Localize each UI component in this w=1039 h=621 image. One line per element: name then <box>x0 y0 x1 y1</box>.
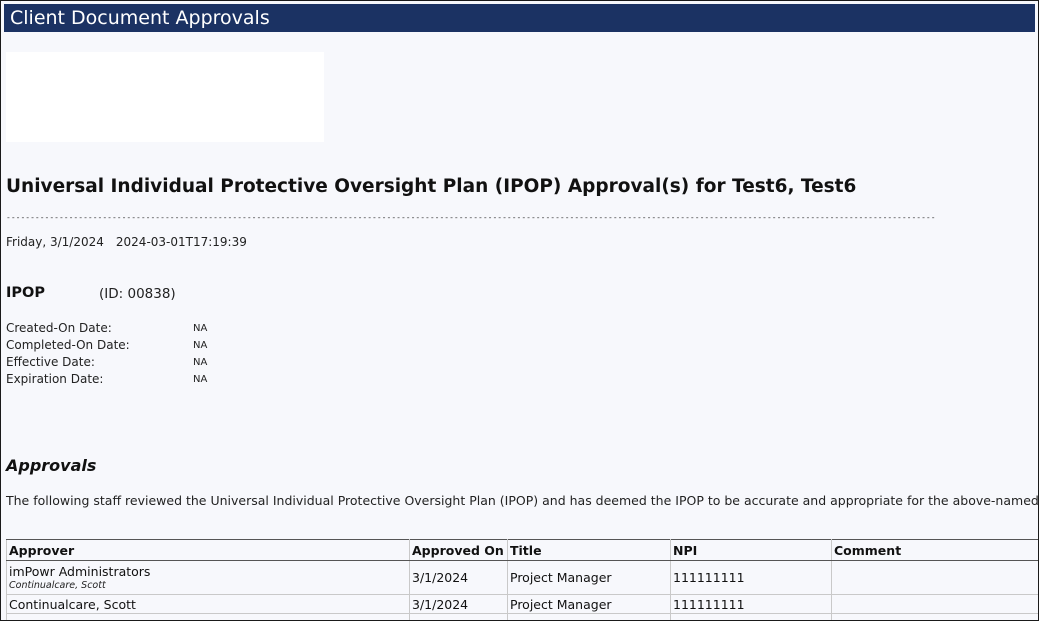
window-title: Client Document Approvals <box>4 4 1035 32</box>
document-window: Client Document Approvals Universal Indi… <box>0 0 1039 621</box>
approved-on-cell: 3/1/2024 <box>409 594 508 614</box>
approver-cell: imPowr Administrators Continualcare, Sco… <box>6 560 410 595</box>
column-header-comment: Comment <box>831 539 1038 561</box>
detail-value-created: NA <box>193 323 208 334</box>
approver-name: imPowr Administrators <box>9 564 151 579</box>
column-header-title: Title <box>507 539 671 561</box>
detail-value-completed: NA <box>193 340 208 351</box>
plan-type: IPOP <box>6 285 45 301</box>
document-heading: Universal Individual Protective Oversigh… <box>6 176 857 197</box>
npi-cell: 111111111 <box>670 594 832 614</box>
approver-subname: Continualcare, Scott <box>9 580 106 591</box>
separator-line: ----------------------------------------… <box>6 213 937 222</box>
print-timestamp: 2024-03-01T17:19:39 <box>115 235 247 249</box>
column-header-approved-on: Approved On <box>409 539 508 561</box>
approvals-table: Approver Approved On Title NPI Comment i… <box>6 539 1038 620</box>
detail-label-completed: Completed-On Date: <box>6 338 130 352</box>
table-row-cut-off <box>6 613 1038 620</box>
column-header-npi: NPI <box>670 539 832 561</box>
table-row: Continualcare, Scott 3/1/2024 Project Ma… <box>6 594 1038 614</box>
approvals-heading: Approvals <box>6 456 97 475</box>
detail-value-effective: NA <box>193 357 208 368</box>
approver-cell: Continualcare, Scott <box>6 594 410 614</box>
title-cell: Project Manager <box>507 594 671 614</box>
detail-value-expiration: NA <box>193 374 208 385</box>
logo-placeholder <box>6 52 324 142</box>
detail-label-expiration: Expiration Date: <box>6 372 104 386</box>
detail-label-created: Created-On Date: <box>6 321 112 335</box>
table-row: imPowr Administrators Continualcare, Sco… <box>6 560 1038 595</box>
comment-cell <box>831 560 1038 595</box>
title-cell: Project Manager <box>507 560 671 595</box>
approver-name: Continualcare, Scott <box>9 596 136 612</box>
comment-cell <box>831 594 1038 614</box>
print-date-line: Friday, 3/1/2024 2024-03-01T17:19:39 <box>6 235 247 249</box>
print-date: Friday, 3/1/2024 <box>6 235 104 249</box>
table-header-row: Approver Approved On Title NPI Comment <box>6 539 1038 561</box>
detail-label-effective: Effective Date: <box>6 355 95 369</box>
npi-cell: 111111111 <box>670 560 832 595</box>
approvals-description: The following staff reviewed the Univers… <box>6 493 1039 508</box>
approved-on-cell: 3/1/2024 <box>409 560 508 595</box>
plan-id: (ID: 00838) <box>99 286 176 302</box>
column-header-approver: Approver <box>6 539 410 561</box>
